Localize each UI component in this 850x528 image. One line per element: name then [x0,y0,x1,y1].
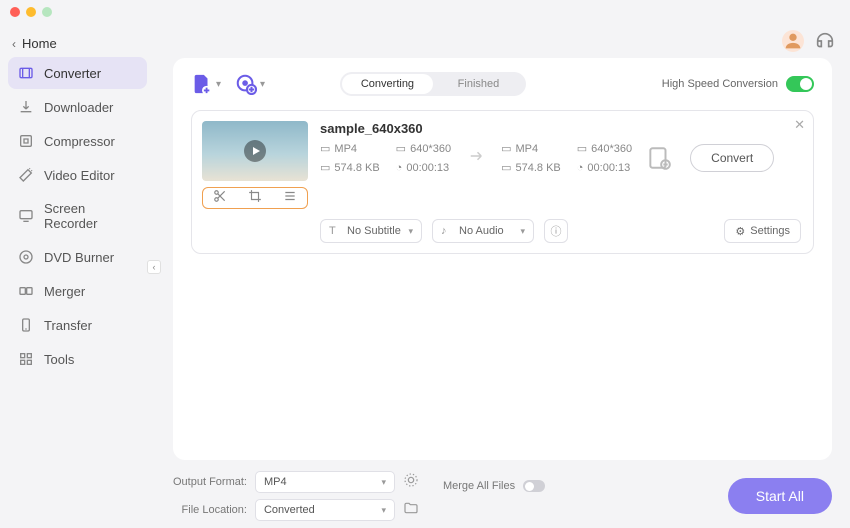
minimize-window-button[interactable] [26,7,36,17]
sidebar-item-label: Converter [44,66,101,81]
sidebar-item-label: Video Editor [44,168,115,183]
clock-icon: ◔ [577,162,584,174]
add-disc-button[interactable]: ▾ [235,73,265,95]
status-tabs: Converting Finished [340,72,526,96]
file-location-dropdown[interactable]: Converted ▾ [255,499,395,521]
sidebar-item-label: Tools [44,352,74,367]
sidebar-item-video-editor[interactable]: Video Editor [8,159,147,191]
screen-icon [18,208,34,224]
file-location-label: File Location: [173,504,247,516]
gear-icon: ⚙ [735,225,745,238]
high-speed-label: High Speed Conversion [662,78,778,90]
compress-icon [18,133,34,149]
wand-icon [18,167,34,183]
output-format-dropdown[interactable]: MP4 ▾ [255,471,395,493]
sidebar-collapse-button[interactable]: ‹ [147,260,161,274]
disc-icon [18,249,34,265]
chevron-down-icon: ▾ [408,226,413,237]
settings-button[interactable]: ⚙ Settings [724,219,801,243]
format-settings-icon[interactable] [403,472,419,493]
sidebar: ‹ Home Converter Downloader Compressor V… [0,24,155,528]
video-icon: ▭ [501,142,511,155]
info-button[interactable]: ⓘ [544,219,568,243]
window-titlebar [0,0,850,24]
home-label: Home [22,36,57,51]
main-panel: ▾ ▾ Converting Finished High Speed Conve… [173,58,832,460]
film-icon [18,65,34,81]
add-file-button[interactable]: ▾ [191,73,221,95]
chevron-down-icon: ▾ [520,226,525,237]
sidebar-item-label: Transfer [44,318,92,333]
crop-icon[interactable] [248,189,262,208]
sidebar-item-label: DVD Burner [44,250,114,265]
close-window-button[interactable] [10,7,20,17]
add-disc-icon [235,73,257,95]
remove-file-button[interactable]: ✕ [794,117,805,133]
clock-icon: ◔ [396,162,403,174]
size-icon: ▭ [501,161,511,174]
chevron-down-icon: ▾ [216,79,221,90]
start-all-button[interactable]: Start All [728,478,832,514]
add-file-icon [191,73,213,95]
sidebar-item-transfer[interactable]: Transfer [8,309,147,341]
high-speed-toggle[interactable] [786,76,814,92]
output-format-label: Output Format: [173,476,247,488]
sidebar-item-converter[interactable]: Converter [8,57,147,89]
chevron-down-icon: ▾ [260,79,265,90]
chevron-down-icon: ▾ [381,505,386,516]
sidebar-item-compressor[interactable]: Compressor [8,125,147,157]
file-card: ✕ sample_640x360 [191,110,814,254]
arrow-right-icon [467,147,485,170]
maximize-window-button[interactable] [42,7,52,17]
merge-label: Merge All Files [443,480,515,492]
audio-dropdown[interactable]: ♪ No Audio ▾ [432,219,534,243]
subtitle-icon: T [329,225,341,237]
audio-icon: ♪ [441,225,453,237]
tab-converting[interactable]: Converting [342,74,433,94]
topbar [155,24,850,58]
download-icon [18,99,34,115]
dimensions-icon: ▭ [396,142,406,155]
transfer-icon [18,317,34,333]
chevron-down-icon: ▾ [381,477,386,488]
sidebar-item-downloader[interactable]: Downloader [8,91,147,123]
sidebar-item-label: Merger [44,284,85,299]
sidebar-item-screen-recorder[interactable]: Screen Recorder [8,193,147,239]
sidebar-item-label: Downloader [44,100,113,115]
dimensions-icon: ▭ [577,142,587,155]
output-format-icon[interactable] [646,145,672,171]
video-thumbnail [202,121,308,181]
sidebar-item-tools[interactable]: Tools [8,343,147,375]
size-icon: ▭ [320,161,330,174]
play-preview-button[interactable] [244,140,266,162]
sidebar-item-merger[interactable]: Merger [8,275,147,307]
target-meta: ▭MP4 ▭640*360 ▭574.8 KB ◔00:00:13 [501,142,632,174]
open-folder-icon[interactable] [403,500,419,521]
grid-icon [18,351,34,367]
chevron-left-icon: ‹ [12,37,16,51]
sidebar-item-label: Compressor [44,134,115,149]
merge-toggle[interactable] [523,480,545,492]
subtitle-dropdown[interactable]: T No Subtitle ▾ [320,219,422,243]
source-meta: ▭MP4 ▭640*360 ▭574.8 KB ◔00:00:13 [320,142,451,174]
sidebar-item-dvd-burner[interactable]: DVD Burner [8,241,147,273]
footer: Output Format: MP4 ▾ File Location: Conv… [155,472,850,528]
edit-tool-tray [202,187,308,209]
home-link[interactable]: ‹ Home [8,30,147,57]
effects-icon[interactable] [283,189,297,208]
video-icon: ▭ [320,142,330,155]
user-avatar[interactable] [782,30,804,52]
file-name: sample_640x360 [320,121,801,136]
sidebar-item-label: Screen Recorder [44,201,137,231]
support-icon[interactable] [814,30,836,52]
trim-icon[interactable] [213,189,227,208]
tab-finished[interactable]: Finished [433,74,524,94]
convert-button[interactable]: Convert [690,144,774,172]
merge-icon [18,283,34,299]
